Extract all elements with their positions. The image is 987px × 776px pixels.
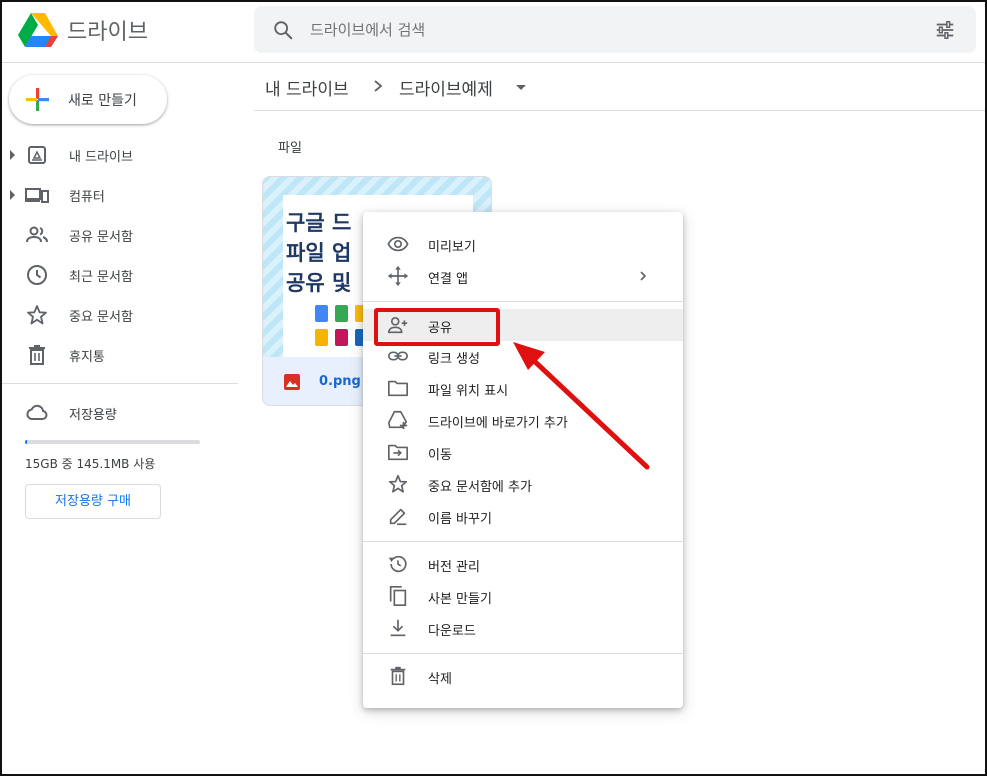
sidebar-item-label: 내 드라이브 (69, 150, 133, 165)
menu-item-label: 이름 바꾸기 (428, 512, 492, 527)
history-icon (388, 555, 407, 573)
docs-icon (315, 305, 328, 322)
menu-item-download[interactable]: 다운로드 (363, 612, 683, 644)
sidebar-item-label: 중요 문서함 (69, 310, 133, 325)
menu-item-label: 파일 위치 표시 (428, 384, 509, 399)
trash-icon (390, 666, 406, 686)
sheets-icon (335, 305, 348, 322)
shared-icon (26, 226, 48, 243)
plus-icon (26, 88, 49, 111)
cloud-icon (26, 404, 48, 420)
menu-item-move[interactable]: 이동 (363, 436, 683, 468)
menu-item-label: 미리보기 (428, 240, 476, 255)
files-section-label: 파일 (278, 141, 302, 156)
sidebar-item-shared[interactable]: 공유 문서함 (0, 215, 240, 255)
top-bar: 드라이브 (0, 0, 987, 63)
search-input[interactable] (310, 18, 910, 42)
breadcrumb-current-folder[interactable]: 드라이브예제 (399, 75, 493, 100)
menu-divider (363, 541, 683, 542)
sidebar-item-recent[interactable]: 최근 문서함 (0, 255, 240, 295)
sidebar-item-starred[interactable]: 중요 문서함 (0, 295, 240, 335)
menu-item-rename[interactable]: 이름 바꾸기 (363, 500, 683, 532)
breadcrumb-root[interactable]: 내 드라이브 (265, 75, 349, 100)
star-icon (27, 305, 47, 325)
menu-item-label: 다운로드 (428, 624, 476, 639)
storage-usage-text: 15GB 중 145.1MB 사용 (25, 457, 156, 471)
menu-divider (363, 653, 683, 654)
menu-item-label: 중요 문서함에 추가 (428, 480, 532, 495)
menu-item-add-starred[interactable]: 중요 문서함에 추가 (363, 468, 683, 500)
breadcrumb: 내 드라이브 드라이브예제 (254, 63, 987, 111)
illustrator-icon (315, 329, 328, 346)
pencil-icon (389, 508, 407, 526)
menu-item-open-with[interactable]: 연결 앱 (363, 260, 683, 292)
file-name: 0.png (319, 374, 361, 389)
search-icon[interactable] (272, 19, 294, 41)
drive-logo-icon[interactable] (18, 12, 58, 48)
folder-move-icon (388, 444, 408, 461)
menu-item-label: 연결 앱 (428, 272, 469, 287)
chevron-right-icon (640, 271, 647, 281)
menu-item-delete[interactable]: 삭제 (363, 660, 683, 692)
expand-caret-icon[interactable] (10, 190, 15, 200)
context-menu: 미리보기 연결 앱 공유 링크 생성 파일 위치 표시 드라이브에 바로가기 추… (363, 212, 683, 708)
my-drive-icon (28, 146, 46, 164)
folder-icon (388, 380, 408, 397)
trash-icon (29, 345, 45, 365)
highlight-box-annotation (374, 308, 500, 346)
search-options-icon[interactable] (934, 19, 956, 41)
eye-icon (387, 236, 409, 252)
menu-divider (363, 301, 683, 302)
computers-icon (25, 188, 49, 203)
shortcut-add-icon (388, 410, 408, 430)
copy-icon (389, 586, 407, 606)
sidebar-item-label: 휴지통 (69, 350, 105, 365)
storage-usage-bar (25, 440, 200, 444)
menu-item-label: 드라이브에 바로가기 추가 (428, 416, 568, 431)
search-bar[interactable] (254, 6, 976, 53)
sidebar-item-label: 최근 문서함 (69, 270, 133, 285)
new-button[interactable]: 새로 만들기 (9, 75, 167, 124)
sidebar-nav: 내 드라이브 컴퓨터 공유 문서함 최근 문서함 중요 문서함 휴지통 (0, 135, 240, 375)
chevron-right-icon (374, 80, 383, 92)
sidebar-item-computers[interactable]: 컴퓨터 (0, 175, 240, 215)
menu-item-preview[interactable]: 미리보기 (363, 228, 683, 260)
sidebar-item-label: 컴퓨터 (69, 190, 105, 205)
dropdown-arrow-icon[interactable] (516, 85, 526, 90)
app-title: 드라이브 (67, 20, 148, 45)
move-arrows-icon (387, 265, 409, 287)
indesign-icon (335, 329, 348, 346)
clock-icon (27, 265, 47, 285)
menu-item-label: 이동 (428, 448, 452, 463)
storage-label: 저장용량 (69, 408, 117, 423)
star-icon (388, 474, 408, 493)
download-icon (390, 619, 406, 637)
menu-item-label: 사본 만들기 (428, 592, 492, 607)
image-file-icon (284, 374, 300, 390)
sidebar-item-trash[interactable]: 휴지통 (0, 335, 240, 375)
menu-item-label: 버전 관리 (428, 560, 480, 575)
menu-item-label: 링크 생성 (428, 352, 480, 367)
menu-item-manage-versions[interactable]: 버전 관리 (363, 548, 683, 580)
menu-item-add-shortcut[interactable]: 드라이브에 바로가기 추가 (363, 404, 683, 436)
sidebar-item-label: 공유 문서함 (69, 230, 133, 245)
menu-item-label: 삭제 (428, 672, 452, 687)
menu-item-show-location[interactable]: 파일 위치 표시 (363, 372, 683, 404)
sidebar-divider (0, 383, 238, 384)
menu-item-make-copy[interactable]: 사본 만들기 (363, 580, 683, 612)
buy-storage-button[interactable]: 저장용량 구매 (25, 484, 161, 519)
new-button-label: 새로 만들기 (68, 93, 137, 109)
link-icon (388, 351, 408, 361)
sidebar-item-my-drive[interactable]: 내 드라이브 (0, 135, 240, 175)
expand-caret-icon[interactable] (10, 150, 15, 160)
storage-usage-fill (25, 440, 27, 444)
sidebar-item-storage[interactable]: 저장용량 (0, 395, 240, 431)
